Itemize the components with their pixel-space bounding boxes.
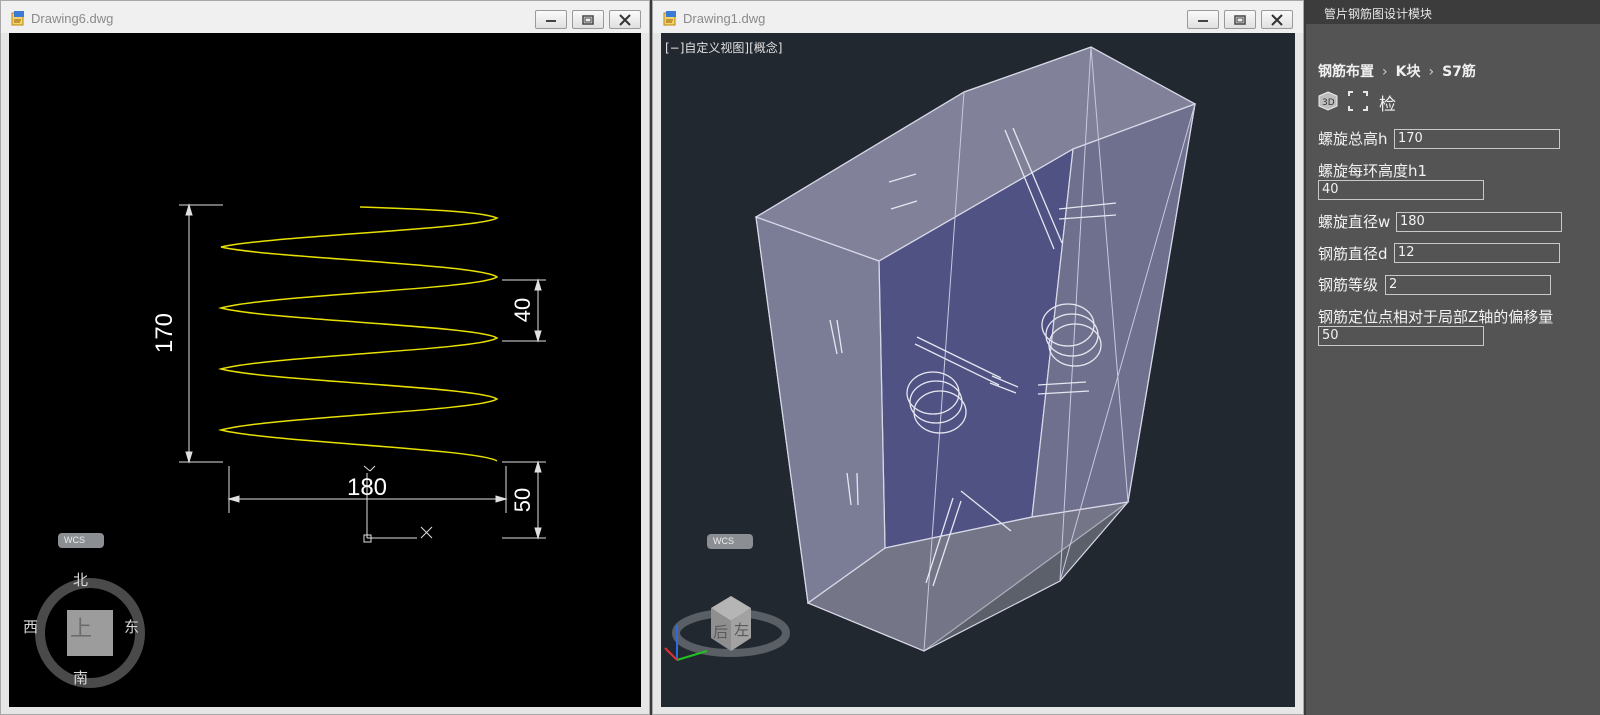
minimize-button[interactable]: [535, 10, 567, 29]
field-label-offset: 钢筋定位点相对于局部Z轴的偏移量: [1318, 308, 1554, 326]
drawing1-window: Drawing1.dwg [−]自定义视图][概念] 后 左 WCS: [652, 0, 1304, 715]
frame-select-icon[interactable]: [1347, 90, 1369, 112]
viewcube-face-back[interactable]: 后: [713, 623, 728, 641]
dim-diameter: 180: [347, 474, 387, 501]
drawing-canvas-3d[interactable]: [−]自定义视图][概念] 后 左 WCS: [661, 33, 1295, 707]
drawing-canvas-2d[interactable]: 170 40 180 50 WCS 北 南 东 西 上: [9, 33, 641, 707]
window-title: Drawing1.dwg: [683, 11, 766, 26]
bar-diameter-input[interactable]: 12: [1394, 243, 1560, 263]
segment-3d-model: 后 左: [664, 46, 1197, 661]
close-icon: [619, 14, 631, 26]
bar-grade-input[interactable]: 2: [1385, 275, 1551, 295]
total-height-input[interactable]: 170: [1394, 129, 1560, 149]
minimize-icon: [1198, 20, 1208, 22]
breadcrumb: 钢筋布置 › K块 › S7筋: [1318, 61, 1476, 81]
compass-east[interactable]: 东: [124, 616, 139, 637]
minimize-icon: [546, 20, 556, 22]
restore-icon: [582, 15, 594, 25]
field-label-ring-height: 螺旋每环高度h1: [1318, 162, 1428, 180]
segment-faces: [754, 46, 1197, 652]
offset-input[interactable]: 50: [1318, 326, 1484, 346]
wcs-menu-button[interactable]: WCS: [707, 534, 753, 549]
panel-header: 管片钢筋图设计模块: [1306, 0, 1600, 24]
dwg-file-icon: [11, 11, 24, 26]
close-button[interactable]: [609, 10, 641, 29]
wcs-menu-button[interactable]: WCS: [58, 533, 104, 548]
compass-north[interactable]: 北: [73, 569, 88, 590]
field-label-helix-diameter: 螺旋直径w: [1318, 213, 1391, 231]
breadcrumb-item-s7[interactable]: S7筋: [1442, 64, 1476, 80]
dim-pitch: 40: [510, 298, 535, 322]
field-label-total-height: 螺旋总高h: [1318, 130, 1388, 148]
restore-icon: [1234, 15, 1246, 25]
dim-height: 170: [151, 313, 178, 353]
compass-south[interactable]: 南: [73, 667, 88, 688]
dim-offset: 50: [510, 488, 535, 512]
ring-height-input[interactable]: 40: [1318, 180, 1484, 200]
helix-diameter-input[interactable]: 180: [1396, 212, 1562, 232]
check-button[interactable]: 检: [1379, 90, 1396, 115]
svg-text:3D: 3D: [1322, 98, 1335, 108]
dwg-file-icon: [663, 11, 676, 26]
restore-button[interactable]: [572, 10, 604, 29]
close-icon: [1271, 14, 1283, 26]
compass-west[interactable]: 西: [23, 616, 38, 637]
breadcrumb-separator-icon: ›: [1382, 64, 1388, 80]
breadcrumb-separator-icon: ›: [1428, 64, 1435, 80]
field-label-bar-grade: 钢筋等级: [1318, 276, 1379, 294]
window-title: Drawing6.dwg: [31, 11, 114, 26]
drawing6-window: Drawing6.dwg 170 40 180 50 WCS 北 南 东 西 上: [0, 0, 650, 715]
close-button[interactable]: [1261, 10, 1293, 29]
helix-elevation-drawing: 170 40 180 50: [35, 203, 546, 688]
compass-center-label[interactable]: 上: [70, 611, 92, 643]
3d-view-icon[interactable]: 3D: [1317, 90, 1339, 112]
drawing6-titlebar[interactable]: Drawing6.dwg: [1, 1, 649, 33]
field-label-bar-diameter: 钢筋直径d: [1318, 245, 1388, 263]
panel-title: 管片钢筋图设计模块: [1324, 7, 1433, 21]
restore-button[interactable]: [1224, 10, 1256, 29]
breadcrumb-item-rebar-layout[interactable]: 钢筋布置: [1318, 64, 1374, 80]
breadcrumb-item-k-block[interactable]: K块: [1396, 64, 1421, 80]
minimize-button[interactable]: [1187, 10, 1219, 29]
helix-curve: [218, 206, 499, 462]
viewcube-face-left[interactable]: 左: [734, 621, 749, 639]
drawing1-titlebar[interactable]: Drawing1.dwg: [653, 1, 1303, 33]
design-module-panel: 管片钢筋图设计模块 钢筋布置 › K块 › S7筋 3D 检 螺旋总高h 170 螺旋每…: [1306, 0, 1600, 715]
